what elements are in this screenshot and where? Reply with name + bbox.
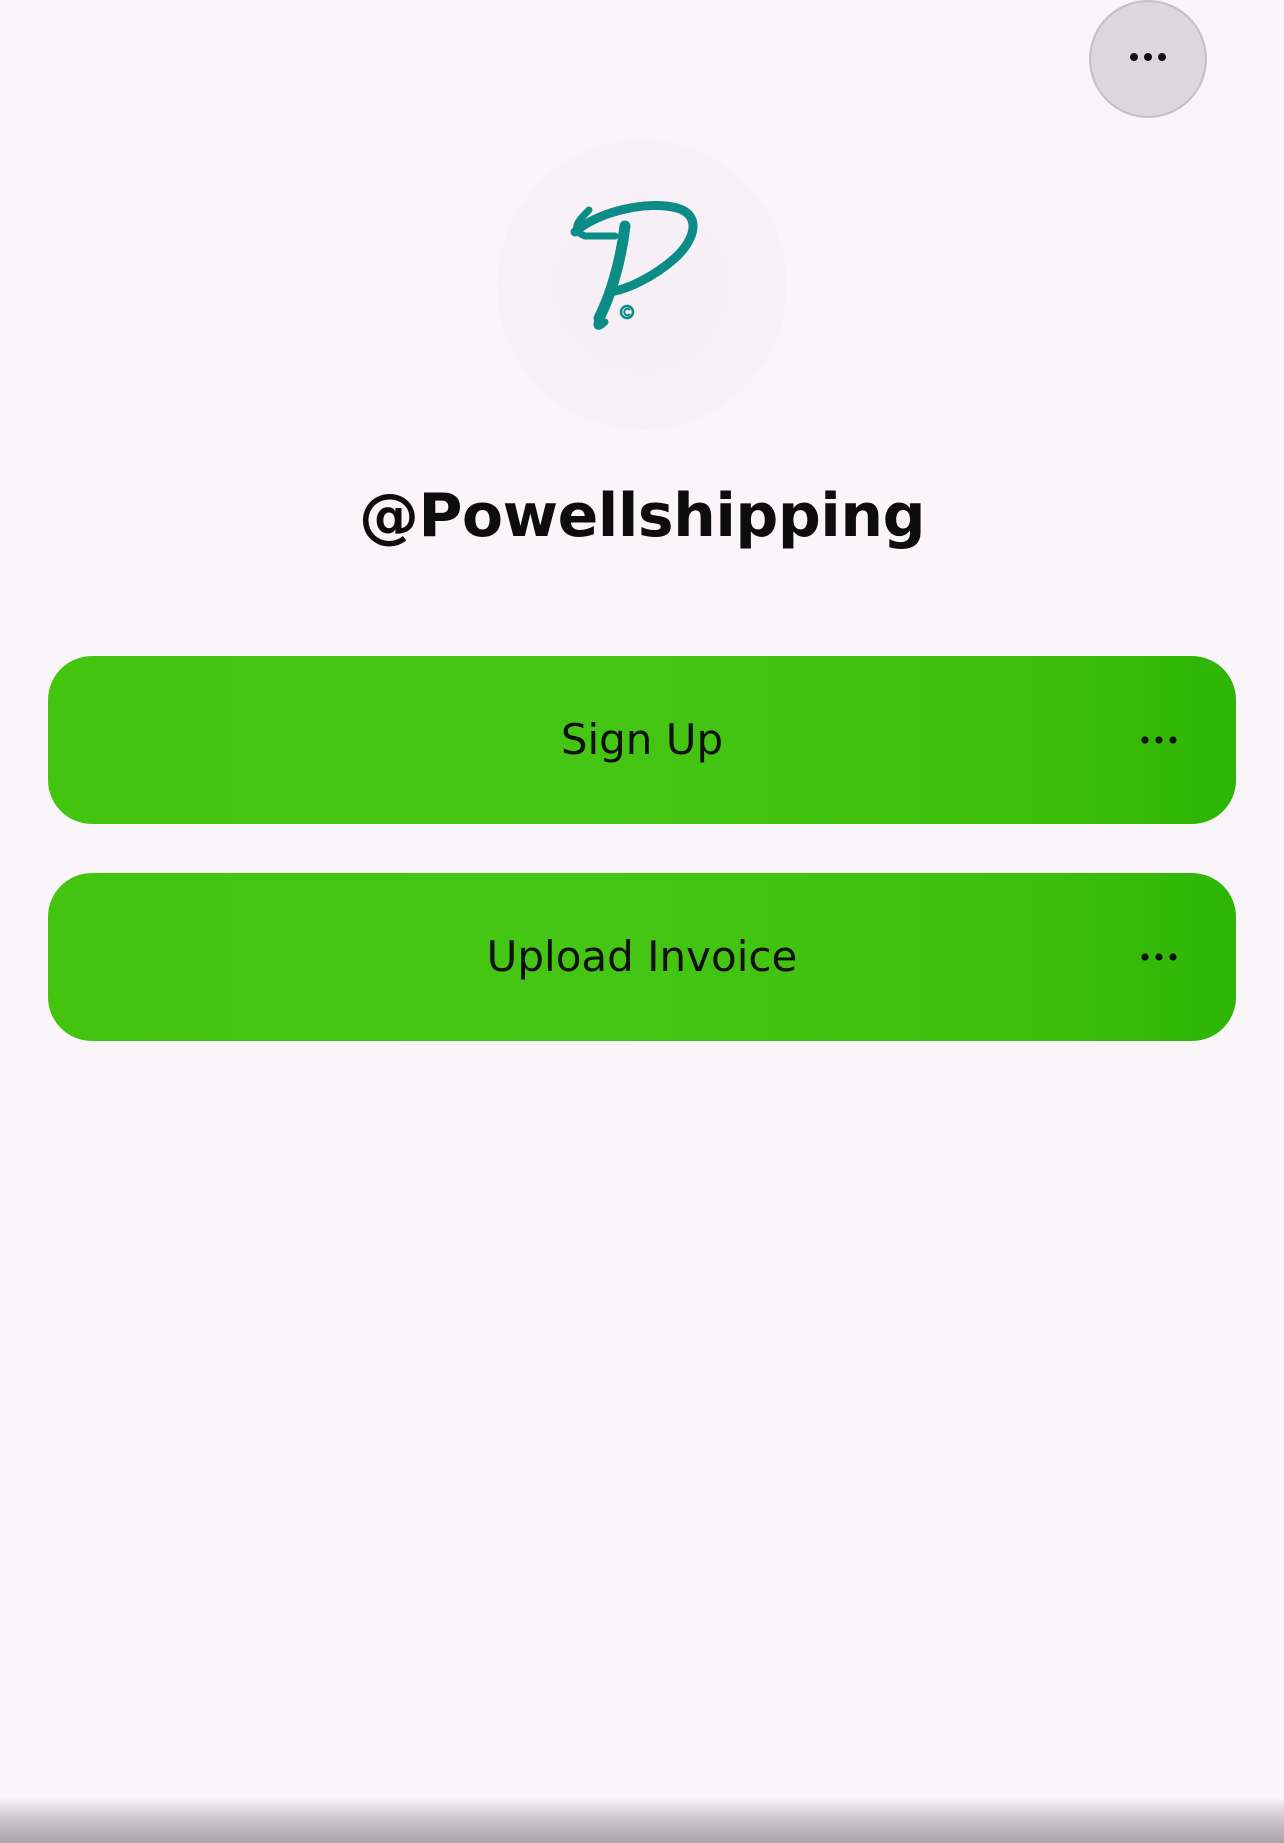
cursive-p-logo [570, 201, 698, 330]
ellipsis-icon[interactable] [1136, 937, 1182, 977]
ellipsis-icon [1128, 50, 1168, 68]
sign-up-button[interactable]: Sign Up [48, 656, 1236, 824]
avatar [497, 140, 787, 430]
bottom-edge-shadow [0, 1797, 1284, 1843]
ellipsis-icon[interactable] [1136, 720, 1182, 760]
upload-invoice-button[interactable]: Upload Invoice [48, 873, 1236, 1041]
profile-handle: @Powellshipping [358, 481, 926, 551]
upload-invoice-label: Upload Invoice [486, 932, 798, 981]
more-options-button[interactable] [1089, 0, 1207, 118]
sign-up-label: Sign Up [560, 715, 724, 764]
